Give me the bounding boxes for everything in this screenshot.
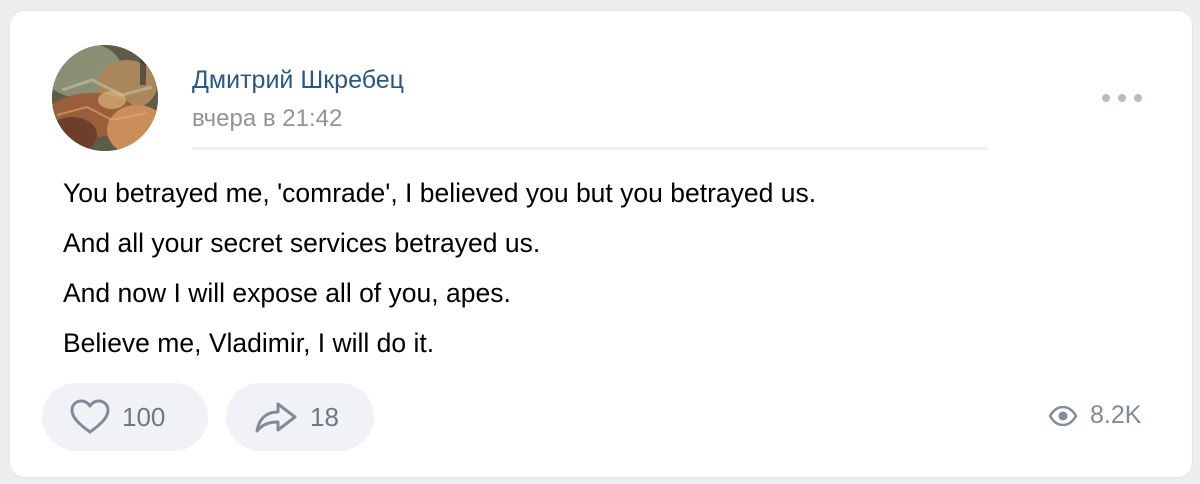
like-count: 100 xyxy=(122,401,166,432)
post-text-line: Believe me, Vladimir, I will do it. xyxy=(63,328,435,358)
more-dots-icon xyxy=(1102,94,1110,102)
more-button[interactable] xyxy=(1102,85,1142,111)
heart-icon xyxy=(70,399,110,434)
post-text-line: You betrayed me, 'comrade', I believed y… xyxy=(63,178,817,208)
header-divider xyxy=(192,147,988,150)
post-text-line: And now I will expose all of you, apes. xyxy=(63,278,511,308)
post-text-line: And all your secret services betrayed us… xyxy=(63,228,541,258)
share-count: 18 xyxy=(310,401,339,432)
author-name[interactable]: Дмитрий Шкребец xyxy=(192,66,404,95)
post-date[interactable]: вчера в 21:42 xyxy=(192,105,342,133)
share-button[interactable]: 18 xyxy=(226,383,374,451)
avatar-photo xyxy=(52,45,158,151)
post-card: Дмитрий Шкребец вчера в 21:42 You betray… xyxy=(10,11,1192,477)
post-text: You betrayed me, 'comrade', I believed y… xyxy=(63,168,1163,368)
share-arrow-icon xyxy=(255,402,297,433)
views-count: 8.2K xyxy=(1090,401,1142,429)
avatar[interactable] xyxy=(52,45,158,151)
views-counter: 8.2K xyxy=(1048,401,1141,430)
eye-icon xyxy=(1048,405,1078,426)
like-button[interactable]: 100 xyxy=(42,383,208,451)
